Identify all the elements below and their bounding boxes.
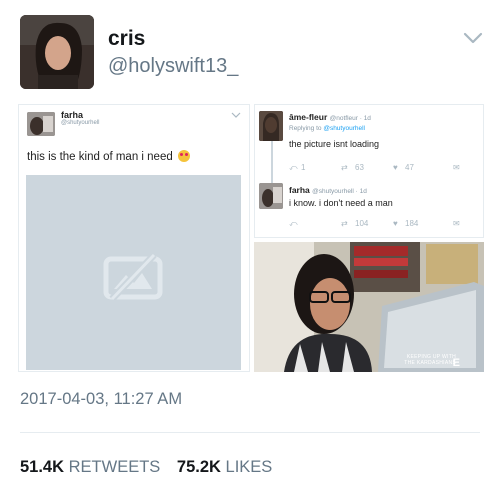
divider xyxy=(20,432,480,433)
network-logo: E xyxy=(452,357,460,369)
user-handle[interactable]: @holyswift13_ xyxy=(108,55,238,78)
embedded-handle: @shutyourhell xyxy=(61,120,100,126)
envelope-icon: ✉ xyxy=(453,219,460,228)
reply-text: the picture isnt loading xyxy=(289,139,380,149)
heart-icon: ♥ xyxy=(393,219,398,228)
heart-eyes-emoji-icon xyxy=(177,150,190,162)
embedded-tweet-screenshot[interactable]: farha @shutyourhell this is the kind of … xyxy=(18,104,250,372)
replying-prefix: Replying to xyxy=(289,125,322,132)
likes-count[interactable]: 75.2K xyxy=(177,458,221,476)
retweets-count[interactable]: 51.4K xyxy=(20,458,64,476)
reply-actions: ⤺ 1 ⇄ 63 ♥ 47 ✉ xyxy=(289,163,479,175)
like-count: 47 xyxy=(405,163,414,172)
reply-actions: ⤺ ⇄ 104 ♥ 184 ✉ xyxy=(289,219,479,231)
avatar[interactable] xyxy=(20,15,94,89)
envelope-icon: ✉ xyxy=(453,163,460,172)
reply-text: i know. i don't need a man xyxy=(289,198,393,208)
replying-to: Replying to @shutyourhell xyxy=(289,125,365,132)
broken-image-icon xyxy=(103,253,163,301)
reply-name-text: farha xyxy=(289,185,310,195)
thread-line xyxy=(271,141,273,183)
reply-avatar xyxy=(259,111,283,141)
reply-icon: ⤺ xyxy=(289,219,298,228)
photo-image xyxy=(254,242,484,372)
likes-label[interactable]: LIKES xyxy=(226,458,273,476)
retweet-count: 104 xyxy=(355,219,369,228)
like-count: 184 xyxy=(405,219,419,228)
retweet-icon: ⇄ xyxy=(341,163,348,172)
reply-name: farha @shutyourhell · 1d xyxy=(289,185,367,195)
reply-count: 1 xyxy=(301,163,306,172)
reply-meta: @shutyourhell · 1d xyxy=(312,188,367,195)
embedded-tweet-text: this is the kind of man i need xyxy=(27,150,190,163)
heart-icon: ♥ xyxy=(393,163,398,172)
embedded-replies-screenshot[interactable]: âme-fleur @notfleur · 1d Replying to @sh… xyxy=(254,104,484,238)
display-name[interactable]: cris xyxy=(108,27,145,51)
retweet-count: 63 xyxy=(355,163,364,172)
tweet-header: cris @holyswift13_ xyxy=(0,0,500,100)
chevron-down-icon xyxy=(231,112,241,118)
embedded-avatar xyxy=(27,112,55,136)
tv-still-photo[interactable]: KEEPING UP WITH THE KARDASHIANS E xyxy=(254,242,484,372)
reply-name: âme-fleur @notfleur · 1d xyxy=(289,112,371,122)
embedded-tweet-text-content: this is the kind of man i need xyxy=(27,151,173,163)
replying-mention: @shutyourhell xyxy=(323,125,365,132)
tweet-timestamp[interactable]: 2017-04-03, 11:27 AM xyxy=(20,390,182,409)
retweet-icon: ⇄ xyxy=(341,219,348,228)
embedded-name: farha xyxy=(61,110,84,120)
tweet-stats: 51.4K RETWEETS 75.2K LIKES xyxy=(20,458,272,477)
image-placeholder xyxy=(26,175,241,370)
reply-meta: @notfleur · 1d xyxy=(329,115,371,122)
reply-icon: ⤺ xyxy=(289,163,298,172)
tweet-media[interactable]: farha @shutyourhell this is the kind of … xyxy=(18,104,484,372)
reply-avatar xyxy=(259,183,283,209)
show-caption: KEEPING UP WITH THE KARDASHIANS xyxy=(404,354,456,366)
chevron-down-icon[interactable] xyxy=(462,30,484,46)
reply-name-text: âme-fleur xyxy=(289,112,328,122)
caption-line-2: THE KARDASHIANS xyxy=(404,360,456,366)
retweets-label[interactable]: RETWEETS xyxy=(69,458,161,476)
